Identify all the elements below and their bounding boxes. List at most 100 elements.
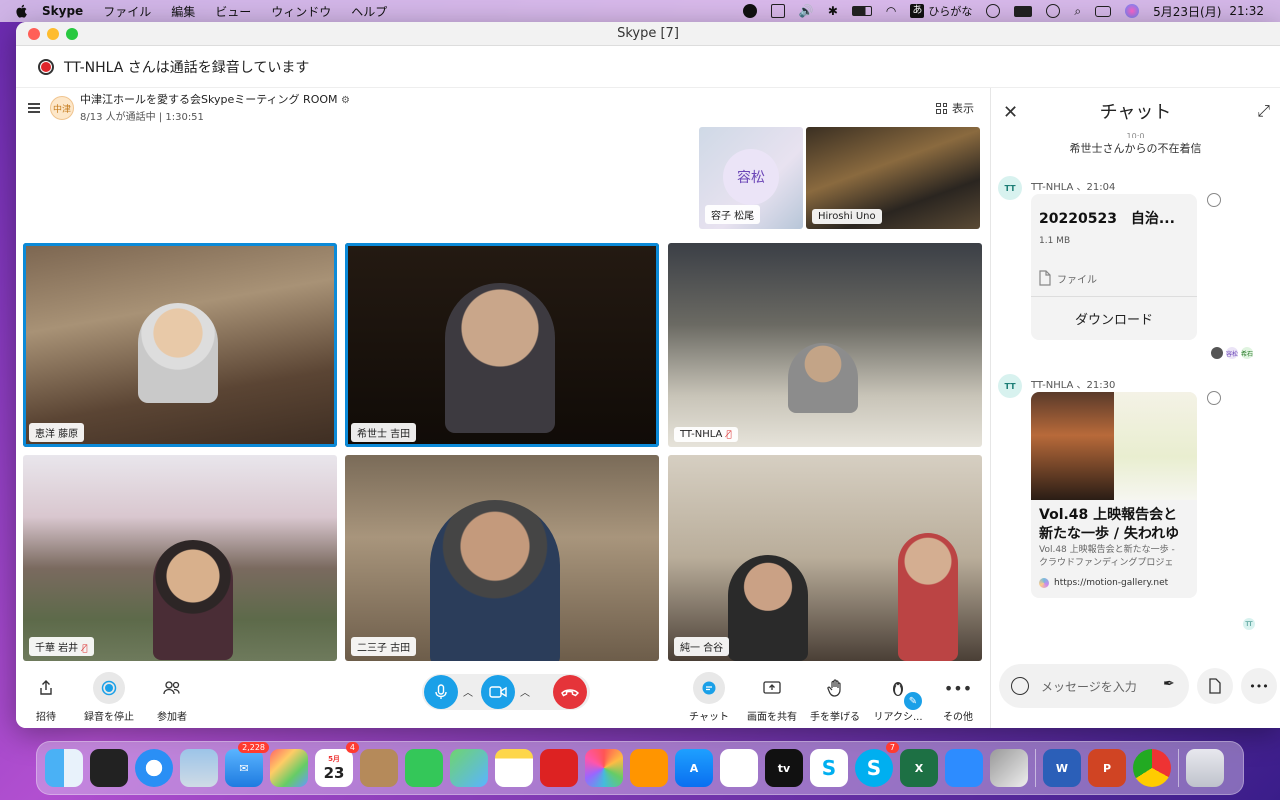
excel-icon[interactable]: X: [900, 749, 938, 787]
books-icon[interactable]: [630, 749, 668, 787]
mail-icon[interactable]: ✉ 2,228: [225, 742, 269, 787]
zoom-icon[interactable]: [945, 749, 983, 787]
wifi-icon[interactable]: ◠: [886, 4, 896, 18]
trash-icon[interactable]: [1186, 749, 1224, 787]
video-tile-5[interactable]: 二三子 古田: [345, 455, 659, 661]
chrome-icon[interactable]: [1133, 749, 1171, 787]
menu-app-skype[interactable]: Skype: [42, 4, 83, 18]
maps-icon[interactable]: [450, 749, 488, 787]
file-type: ファイル: [1031, 250, 1197, 296]
battery-icon[interactable]: [851, 6, 872, 16]
safari-icon[interactable]: [135, 749, 173, 787]
menu-window[interactable]: ウィンドウ: [271, 3, 331, 20]
sender-avatar[interactable]: TT: [998, 374, 1022, 398]
skype-running-icon[interactable]: S7: [855, 742, 899, 787]
download-button[interactable]: ダウンロード: [1031, 296, 1197, 340]
skype-dock-icon[interactable]: S: [810, 749, 848, 787]
media-control-icon[interactable]: [742, 4, 757, 18]
messages-icon[interactable]: [405, 749, 443, 787]
photo-booth-icon[interactable]: [540, 749, 578, 787]
minimize-window-button[interactable]: [47, 27, 59, 40]
menu-view[interactable]: ビュー: [215, 3, 251, 20]
powerpoint-icon[interactable]: P: [1088, 749, 1126, 787]
bluetooth-icon[interactable]: ✱: [828, 4, 838, 18]
room-title[interactable]: 中津江ホールを愛する会Skypeミーティング ROOM ⚙: [80, 93, 350, 108]
microphone-options-chevron-icon[interactable]: ︿: [463, 684, 473, 699]
menu-edit[interactable]: 編集: [171, 3, 195, 20]
missed-call-notice: 希世士さんからの不在着信: [1069, 142, 1202, 155]
word-icon[interactable]: W: [1043, 749, 1081, 787]
share-screen-button[interactable]: 画面を共有: [742, 672, 802, 723]
mission-control-icon[interactable]: [90, 749, 128, 787]
format-pen-icon[interactable]: ✒: [1163, 676, 1175, 692]
drive-icon[interactable]: [990, 749, 1028, 787]
photos-icon[interactable]: [585, 749, 623, 787]
chat-title: チャット: [1099, 102, 1172, 123]
menu-file[interactable]: ファイル: [103, 3, 151, 20]
zoom-window-button[interactable]: [66, 27, 78, 40]
menu-icon[interactable]: [28, 102, 42, 114]
reactions-button[interactable]: ✎ リアクシ...: [868, 672, 928, 723]
calendar-icon[interactable]: 5月 23 4: [315, 742, 359, 787]
link-url[interactable]: https://motion-gallery.net: [1031, 570, 1197, 598]
video-tile-3[interactable]: TT-NHLA 🎙̸: [668, 243, 982, 447]
video-tile-6[interactable]: 純一 合谷: [668, 455, 982, 661]
react-emoji-icon[interactable]: [1207, 193, 1221, 207]
expand-icon[interactable]: ⤢: [1257, 101, 1270, 121]
react-emoji-icon[interactable]: [1207, 391, 1221, 405]
video-tile-small-1[interactable]: 容松 容子 松尾: [699, 127, 803, 229]
participant-figure: [788, 343, 858, 413]
apple-tv-icon[interactable]: tv: [765, 749, 803, 787]
video-tile-4[interactable]: 千華 岩井 🎙̸: [23, 455, 337, 661]
link-preview-card[interactable]: Vol.48 上映報告会と新たな一歩 / 失われゆ Vol.48 上映報告会と新…: [1031, 392, 1197, 598]
read-receipt-avatar: TT: [1243, 618, 1255, 630]
apple-menu-icon[interactable]: [14, 3, 30, 19]
sender-avatar[interactable]: TT: [998, 176, 1022, 200]
launchpad-icon[interactable]: [270, 749, 308, 787]
participant-figure: [153, 540, 233, 660]
view-button[interactable]: 表示: [936, 100, 974, 116]
ime-indicator[interactable]: あ: [910, 4, 925, 18]
more-button[interactable]: ••• その他: [928, 672, 988, 724]
room-avatar[interactable]: 中津: [50, 96, 74, 120]
volume-icon[interactable]: 🔊: [799, 4, 814, 18]
camera-options-chevron-icon[interactable]: ︿: [520, 684, 530, 699]
menubar-time[interactable]: 21:32: [1229, 4, 1264, 18]
raise-hand-button[interactable]: 手を挙げる: [805, 672, 865, 723]
close-window-button[interactable]: [28, 27, 40, 40]
end-call-button[interactable]: [553, 675, 587, 709]
room-settings-icon[interactable]: ⚙: [341, 95, 350, 106]
preview-icon[interactable]: [180, 749, 218, 787]
chat-button[interactable]: チャット: [679, 672, 739, 723]
contacts-icon[interactable]: [360, 749, 398, 787]
microphone-button[interactable]: [424, 675, 458, 709]
screen-record-icon[interactable]: [770, 4, 785, 18]
menubar-date[interactable]: 5月23日(月): [1153, 3, 1221, 20]
notes-icon[interactable]: [495, 749, 533, 787]
more-options-button[interactable]: •••: [1241, 668, 1277, 704]
reminders-icon[interactable]: [720, 749, 758, 787]
dock-separator: [1178, 749, 1179, 787]
menu-help[interactable]: ヘルプ: [351, 3, 387, 20]
video-tile-1[interactable]: 恵洋 藤原: [23, 243, 337, 447]
control-center-icon[interactable]: [1095, 5, 1112, 17]
video-tile-2[interactable]: 希世士 吉田: [345, 243, 659, 447]
finder-icon[interactable]: [45, 749, 83, 787]
participants-button[interactable]: 参加者: [142, 672, 202, 723]
user-icon[interactable]: [986, 4, 1001, 18]
keyboard-icon[interactable]: [1014, 5, 1033, 17]
stop-recording-button[interactable]: 録音を停止: [79, 672, 139, 723]
ime-label[interactable]: ひらがな: [928, 3, 972, 19]
time-machine-icon[interactable]: [1046, 4, 1061, 18]
camera-button[interactable]: [481, 675, 515, 709]
siri-icon[interactable]: [1125, 4, 1140, 18]
titlebar: Skype [7]: [16, 22, 1280, 46]
search-icon[interactable]: ⌕: [1074, 4, 1081, 19]
invite-button[interactable]: 招待: [16, 672, 76, 723]
edit-pencil-icon[interactable]: ✎: [904, 692, 922, 710]
file-attachment-card[interactable]: 20220523 自治... 1.1 MB ファイル ダウンロード: [1031, 194, 1197, 340]
video-tile-small-2[interactable]: Hiroshi Uno: [806, 127, 980, 229]
app-store-icon[interactable]: A: [675, 749, 713, 787]
attach-file-button[interactable]: [1197, 668, 1233, 704]
emoji-icon[interactable]: [1011, 677, 1029, 695]
